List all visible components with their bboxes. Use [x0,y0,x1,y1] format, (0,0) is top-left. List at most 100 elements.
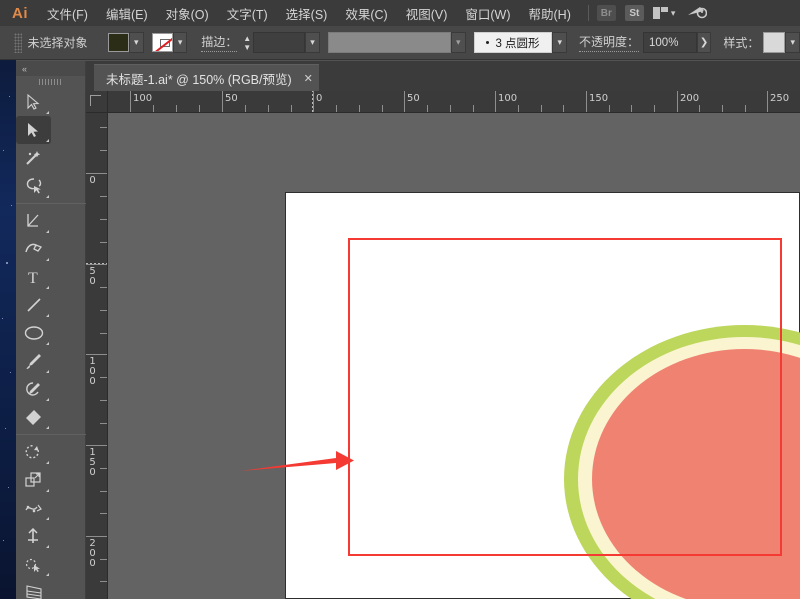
app-logo: Ai [0,5,38,22]
fill-dropdown-arrow[interactable]: ▾ [129,32,144,53]
brush-definition-value: 3 点圆形 [495,35,539,51]
control-bar-grip[interactable] [14,33,22,53]
tool-flyout-triangle [46,573,49,576]
tool-flyout-triangle [46,258,49,261]
hruler-label: 200 [680,93,699,104]
power-icon[interactable] [687,4,707,22]
vruler-label: 50 [88,267,97,287]
menu-divider [588,5,589,21]
scale-tool[interactable] [16,466,51,494]
style-dropdown-arrow[interactable]: ▾ [785,32,800,53]
hruler-label: 50 [225,93,238,104]
menu-help[interactable]: 帮助(H) [520,0,580,27]
brush-dropdown-arrow[interactable]: ▾ [552,32,567,53]
free-transform-tool[interactable] [16,522,51,550]
curvature-tool[interactable] [16,235,51,263]
stroke-weight-input[interactable] [253,32,305,53]
tool-flyout-triangle [46,195,49,198]
magic-wand-tool[interactable] [16,144,51,172]
stroke-color-swatch[interactable] [152,33,173,52]
menu-object[interactable]: 对象(O) [157,0,218,27]
bridge-button[interactable]: Br [597,5,616,21]
hruler-label: 0 [316,93,322,104]
hruler-label: 150 [589,93,608,104]
type-tool[interactable]: T [16,263,51,291]
tools-panel-grip[interactable] [16,76,85,88]
stroke-weight-label[interactable]: 描边： [201,33,237,52]
tool-flyout-triangle [46,398,49,401]
paintbrush-tool[interactable] [16,347,51,375]
hruler-label: 50 [407,93,420,104]
tools-panel: « [16,61,86,599]
vruler-label: 0 [88,176,97,185]
opacity-input[interactable]: 100% [643,32,697,53]
tool-flyout-triangle [46,489,49,492]
perspective-grid-tool[interactable] [16,578,51,599]
tool-flyout-triangle [46,517,49,520]
horizontal-ruler[interactable]: 100 50 0 50 100 150 200 250 [108,91,800,113]
opacity-label[interactable]: 不透明度： [579,33,639,52]
selection-status-label: 未选择对象 [28,34,108,51]
ellipse-tool[interactable] [16,319,51,347]
tool-flyout-triangle [46,370,49,373]
selection-rectangle[interactable] [348,238,782,556]
layout-icon[interactable] [653,7,668,19]
menu-view[interactable]: 视图(V) [397,0,457,27]
annotation-arrow [240,449,355,482]
hruler-label: 100 [133,93,152,104]
brush-dot-icon [486,41,489,44]
vruler-label: 150 [88,448,97,478]
illustrator-window: Ai 文件(F) 编辑(E) 对象(O) 文字(T) 选择(S) 效果(C) 视… [0,0,800,599]
eraser-tool[interactable] [16,403,51,431]
menu-effect[interactable]: 效果(C) [336,0,396,27]
tools-divider [16,203,86,204]
pen-tool[interactable] [16,207,51,235]
document-tab-title: 未标题-1.ai* @ 150% (RGB/预览) [106,69,292,88]
vruler-label: 100 [88,357,97,387]
shaper-tool[interactable] [16,375,51,403]
opacity-popup-arrow[interactable]: ❯ [697,32,712,53]
direct-selection-tool[interactable] [16,116,51,144]
selection-tool[interactable] [16,88,51,116]
double-chevron-left-icon[interactable]: « [22,64,26,74]
ruler-origin-corner[interactable] [86,91,108,113]
menu-select[interactable]: 选择(S) [277,0,337,27]
stroke-dropdown-arrow[interactable]: ▾ [173,32,188,53]
tool-flyout-triangle [46,545,49,548]
document-tab[interactable]: 未标题-1.ai* @ 150% (RGB/预览) ✕ [94,64,319,91]
tools-panel-header[interactable]: « [16,61,85,76]
line-segment-tool[interactable] [16,291,51,319]
vruler-label: 200 [88,539,97,569]
control-bar: 未选择对象 ▾ ▾ 描边： ▲▼ ▾ ▾ 3 点圆形 ▾ 不透明度： 100% … [0,26,800,60]
style-label: 样式： [723,34,759,51]
width-profile-dropdown-arrow[interactable]: ▾ [451,32,466,53]
tool-flyout-triangle [46,230,49,233]
lasso-tool[interactable] [16,172,51,200]
tool-flyout-triangle [46,139,49,142]
document-tab-bar: 未标题-1.ai* @ 150% (RGB/预览) ✕ [86,61,800,91]
shape-builder-tool[interactable] [16,550,51,578]
variable-width-profile-select[interactable] [328,32,451,53]
tool-flyout-triangle [46,111,49,114]
stroke-weight-stepper[interactable]: ▲▼ [241,32,253,53]
desktop-wallpaper [0,0,16,599]
tools-grid [16,88,85,200]
menu-window[interactable]: 窗口(W) [456,0,519,27]
tool-flyout-triangle [46,342,49,345]
graphic-style-swatch[interactable] [763,32,785,53]
brush-definition-select[interactable]: 3 点圆形 [474,32,553,53]
menu-file[interactable]: 文件(F) [38,0,97,27]
canvas-area[interactable]: B [108,113,800,599]
fill-color-swatch[interactable] [108,33,129,52]
menu-type[interactable]: 文字(T) [218,0,277,27]
menu-edit[interactable]: 编辑(E) [97,0,157,27]
width-tool[interactable] [16,494,51,522]
vertical-ruler[interactable]: 0 50 100 150 200 [86,113,108,599]
hruler-label: 250 [770,93,789,104]
close-icon[interactable]: ✕ [304,72,313,85]
rotate-tool[interactable] [16,438,51,466]
stock-button[interactable]: St [625,5,644,21]
tools-grid-3 [16,438,85,599]
stroke-weight-dropdown-arrow[interactable]: ▾ [305,32,320,53]
chevron-down-icon[interactable]: ▾ [671,8,676,19]
